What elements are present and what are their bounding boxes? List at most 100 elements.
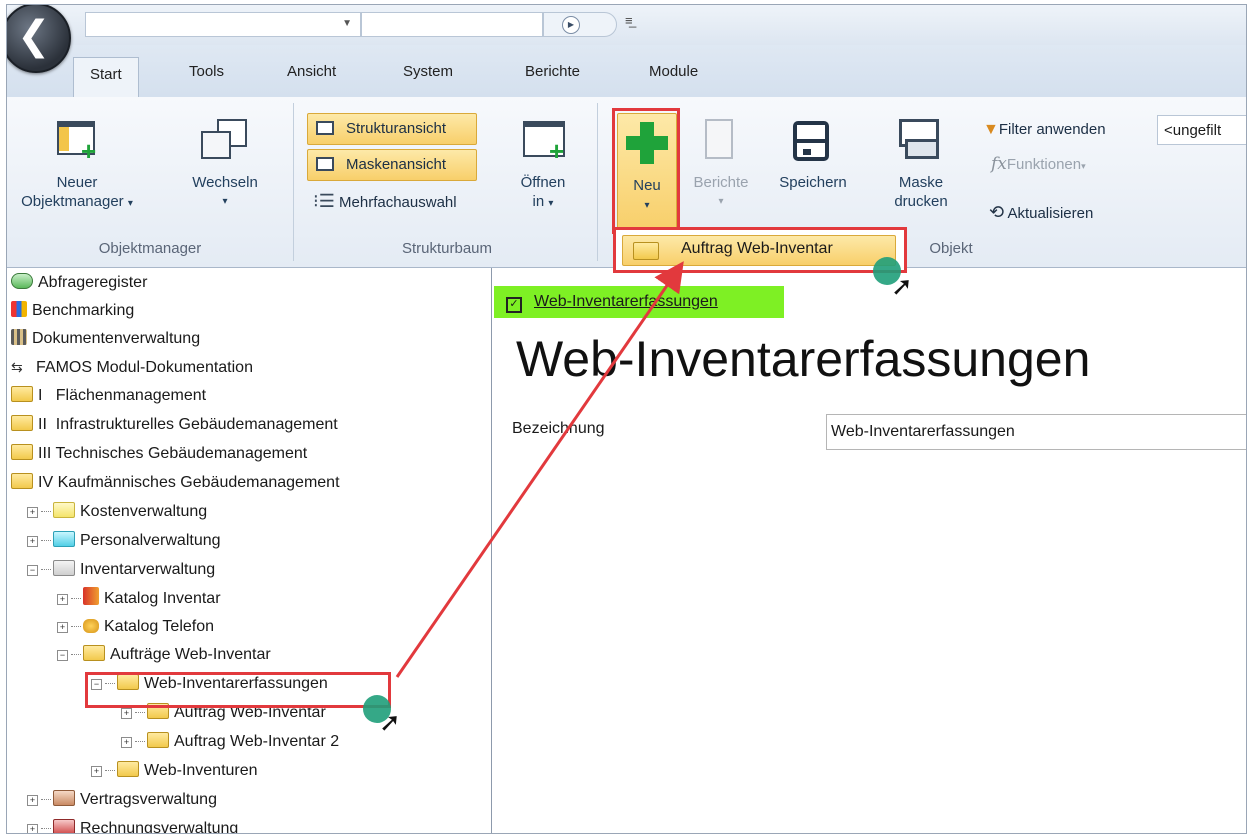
mehrfachauswahl-button[interactable]: ⁝☰ Mehrfachauswahl xyxy=(313,187,457,215)
expand-icon[interactable]: + xyxy=(27,795,38,806)
expand-icon[interactable]: + xyxy=(121,708,132,719)
dropdown-arrow-icon: ▾ xyxy=(718,196,724,207)
dropdown-arrow-icon: ▾ xyxy=(548,198,554,209)
speichern-button[interactable]: Speichern xyxy=(767,173,859,192)
maskenansicht-button[interactable]: Maskenansicht xyxy=(307,149,477,181)
tree-item-label: Kostenverwaltung xyxy=(80,503,208,520)
content-tab-web-inventarerfassungen[interactable]: ✓ Web-Inventarerfassungen xyxy=(494,286,784,318)
tree-item-vertragsverwaltung[interactable]: + Vertragsverwaltung xyxy=(27,787,217,813)
catalog-icon xyxy=(83,587,99,605)
tree-item-kostenverwaltung[interactable]: + Kostenverwaltung xyxy=(27,499,207,525)
tree-item-technisches[interactable]: III Technisches Gebäudemanagement xyxy=(11,441,307,467)
tab-berichte[interactable]: Berichte xyxy=(525,63,580,80)
filter-select-value: <ungefilt xyxy=(1164,122,1222,139)
aktualisieren-button[interactable]: ⟲ Aktualisieren xyxy=(989,199,1093,225)
maskenansicht-icon xyxy=(316,157,334,171)
checkbox-icon: ✓ xyxy=(506,297,522,313)
tree-item-famos-modul-dokumentation[interactable]: ⇆ FAMOS Modul-Dokumentation xyxy=(11,354,253,380)
wechseln-icon xyxy=(201,119,249,161)
funktionen-button[interactable]: fxFunktionen▾ xyxy=(991,151,1086,177)
print-mask-icon xyxy=(899,119,943,163)
bezeichnung-field[interactable]: Web-Inventarerfassungen xyxy=(826,414,1246,450)
expand-icon[interactable]: + xyxy=(91,766,102,777)
berichte-icon xyxy=(701,119,737,163)
expand-icon[interactable]: + xyxy=(121,737,132,748)
expand-icon[interactable]: + xyxy=(27,536,38,547)
mouse-cursor-icon: ➚ xyxy=(379,707,401,737)
tree-item-abfrageregister[interactable]: Abfrageregister xyxy=(11,270,147,296)
quick-access-combo-2[interactable] xyxy=(361,12,543,37)
tab-tools[interactable]: Tools xyxy=(189,63,224,80)
menu-item-label: Auftrag Web-Inventar xyxy=(681,240,833,257)
link-arrows-icon: ⇆ xyxy=(11,359,23,375)
neu-dropdown-menu: Auftrag Web-Inventar xyxy=(613,227,907,273)
expand-icon[interactable]: + xyxy=(57,594,68,605)
function-fx-icon: fx xyxy=(991,154,1007,174)
tree-item-label: Personalverwaltung xyxy=(80,532,221,549)
expand-icon[interactable]: + xyxy=(27,507,38,518)
filter-icon: ▼ xyxy=(983,121,999,138)
tree-item-web-inventuren[interactable]: + Web-Inventuren xyxy=(91,758,258,784)
tree-item-kaufmaennisches[interactable]: IV Kaufmännisches Gebäudemanagement xyxy=(11,470,340,496)
chart-icon xyxy=(11,301,27,317)
oeffnen-in-button[interactable]: Öffnen in ▾ xyxy=(503,173,583,213)
berichte-button[interactable]: Berichte ▾ xyxy=(685,173,757,211)
neuer-objektmanager-button[interactable]: Neuer Objektmanager ▾ xyxy=(9,173,145,213)
tab-module[interactable]: Module xyxy=(649,63,698,80)
tree-item-benchmarking[interactable]: Benchmarking xyxy=(11,298,134,324)
in-label: in xyxy=(532,193,545,210)
strukturansicht-button[interactable]: Strukturansicht xyxy=(307,113,477,145)
expand-icon[interactable]: + xyxy=(27,824,38,833)
quick-access-toolbar: ▼ ▶ ≡̲ xyxy=(7,5,1246,45)
tree-item-auftrag-web-inventar-2[interactable]: + Auftrag Web-Inventar 2 xyxy=(121,729,339,755)
maskenansicht-label: Maskenansicht xyxy=(346,156,447,173)
group-label: Strukturbaum xyxy=(401,240,493,257)
wechseln-button[interactable]: Wechseln ▾ xyxy=(183,173,267,211)
collapse-icon[interactable]: − xyxy=(57,650,68,661)
tree-item-label: III Technisches Gebäudemanagement xyxy=(38,445,308,462)
customize-toolbar-icon[interactable]: ≡̲ xyxy=(625,13,633,28)
tree-item-label: Abfrageregister xyxy=(38,274,148,291)
filter-anwenden-button[interactable]: ▼Filter anwenden xyxy=(983,117,1106,143)
quick-access-combo-1[interactable]: ▼ xyxy=(85,12,361,37)
structure-tree: Abfrageregister Benchmarking Dokumentenv… xyxy=(7,268,492,833)
tree-item-label: Auftrag Web-Inventar 2 xyxy=(174,733,340,750)
tree-item-katalog-telefon[interactable]: + Katalog Telefon xyxy=(57,614,214,640)
folder-icon xyxy=(147,732,169,748)
bezeichnung-value: Web-Inventarerfassungen xyxy=(831,423,1015,440)
tree-item-flaechenmanagement[interactable]: I Flächenmanagement xyxy=(11,383,206,409)
maske-drucken-button[interactable]: Maske drucken xyxy=(881,173,961,211)
annotation-highlight-tree-item xyxy=(85,672,391,708)
tree-item-label: I Flächenmanagement xyxy=(38,387,207,404)
oeffnen-icon: + xyxy=(523,121,569,164)
drucken-label: drucken xyxy=(894,193,948,210)
dropdown-arrow-icon: ▾ xyxy=(1081,161,1086,171)
tree-item-inventarverwaltung[interactable]: − Inventarverwaltung xyxy=(27,557,215,583)
tree-item-label: Dokumentenverwaltung xyxy=(32,330,201,347)
tree-item-label: Inventarverwaltung xyxy=(80,561,216,578)
tree-item-label: Benchmarking xyxy=(32,302,135,319)
tree-item-katalog-inventar[interactable]: + Katalog Inventar xyxy=(57,586,221,612)
folder-icon xyxy=(53,819,75,833)
tab-start[interactable]: Start xyxy=(73,57,139,98)
page-title: Web-Inventarerfassungen xyxy=(516,331,1091,387)
collapse-icon[interactable]: − xyxy=(27,565,38,576)
tree-item-label: IV Kaufmännisches Gebäudemanagement xyxy=(38,474,340,491)
tab-system[interactable]: System xyxy=(403,63,453,80)
menu-item-auftrag-web-inventar[interactable]: Auftrag Web-Inventar xyxy=(622,235,896,266)
tree-item-infrastrukturelles[interactable]: II Infrastrukturelles Gebäudemanagement xyxy=(11,412,338,438)
filter-select[interactable]: <ungefilt xyxy=(1157,115,1246,145)
strukturansicht-label: Strukturansicht xyxy=(346,120,447,137)
tab-ansicht[interactable]: Ansicht xyxy=(287,63,336,80)
expand-icon[interactable]: + xyxy=(57,622,68,633)
play-button[interactable]: ▶ xyxy=(543,12,617,37)
save-icon xyxy=(793,119,833,163)
tree-item-auftraege-web-inventar[interactable]: − Aufträge Web-Inventar xyxy=(57,642,271,668)
tree-item-rechnungsverwaltung[interactable]: + Rechnungsverwaltung xyxy=(27,816,238,833)
mehrfachauswahl-label: Mehrfachauswahl xyxy=(339,194,457,211)
folder-icon xyxy=(11,415,33,431)
tree-item-personalverwaltung[interactable]: + Personalverwaltung xyxy=(27,528,221,554)
tree-item-dokumentenverwaltung[interactable]: Dokumentenverwaltung xyxy=(11,326,200,352)
new-objektmanager-icon: + xyxy=(57,121,99,164)
bezeichnung-label: Bezeichnung xyxy=(512,420,605,438)
